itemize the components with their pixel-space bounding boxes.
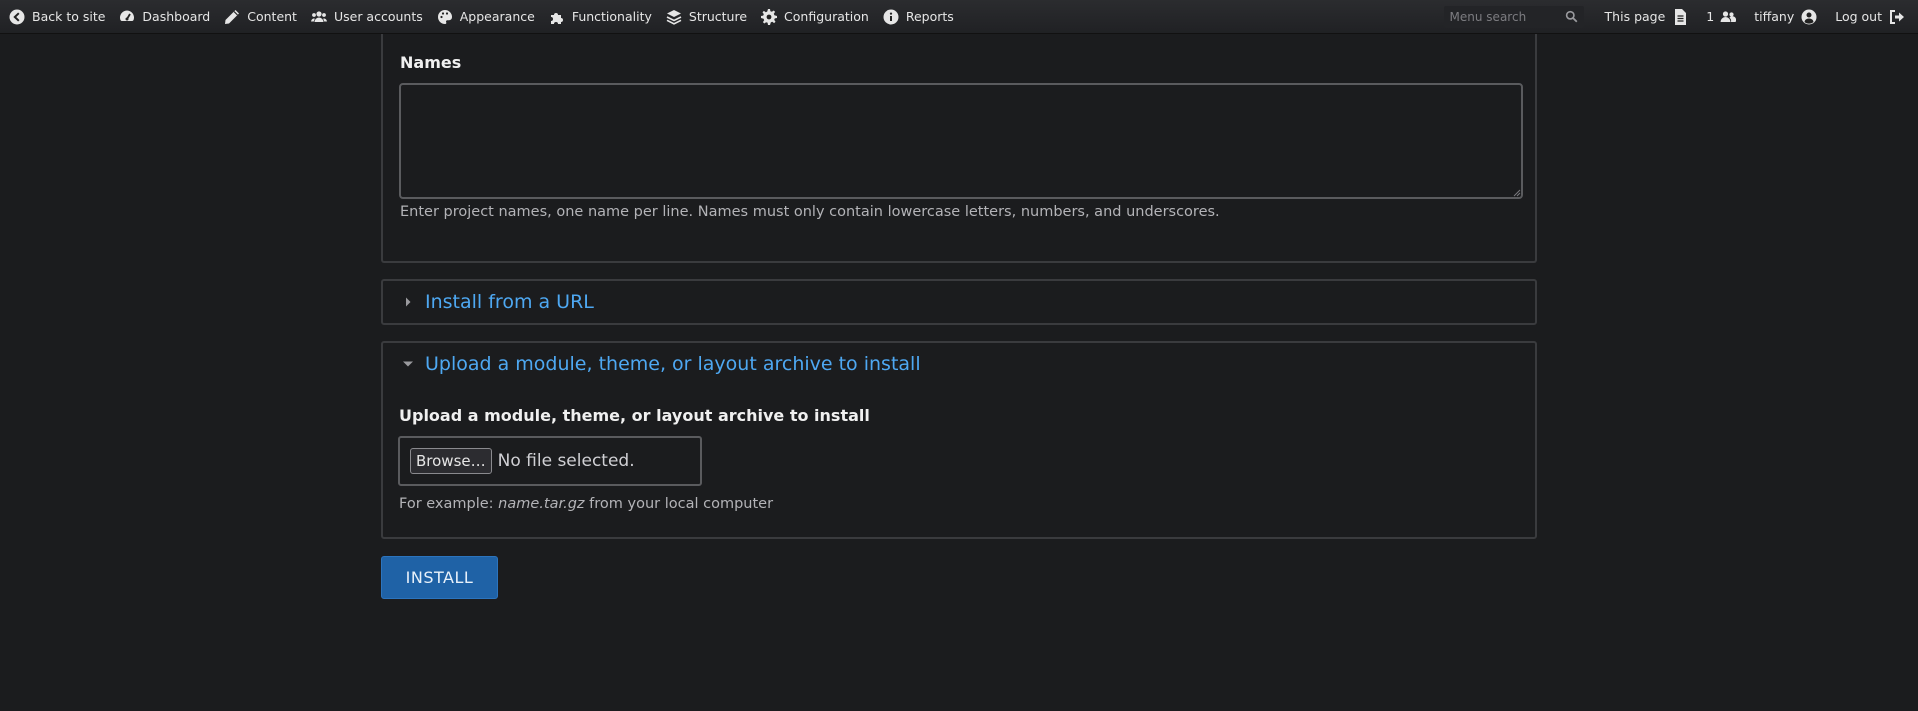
triangle-down-icon xyxy=(403,361,413,367)
search-icon[interactable] xyxy=(1565,10,1578,23)
menu-search-input[interactable] xyxy=(1449,9,1560,24)
toolbar-item-content[interactable]: Content xyxy=(224,0,297,33)
dashboard-icon xyxy=(120,10,135,21)
browse-button[interactable]: Browse… xyxy=(410,448,492,474)
logout-label: Log out xyxy=(1835,9,1882,24)
toolbar-item-configuration[interactable]: Configuration xyxy=(761,0,869,33)
names-description: Enter project names, one name per line. … xyxy=(400,204,1220,220)
upload-description-suffix: from your local computer xyxy=(584,496,774,512)
this-page-label: This page xyxy=(1604,9,1666,24)
install-from-url-summary[interactable]: Install from a URL xyxy=(400,291,594,313)
install-button[interactable]: INSTALL xyxy=(381,556,498,599)
toolbar-item-label: Reports xyxy=(905,9,954,24)
triangle-right-icon xyxy=(406,297,411,307)
users-icon xyxy=(310,10,327,22)
toolbar-item-dashboard[interactable]: Dashboard xyxy=(119,0,210,33)
install-from-url-label: Install from a URL xyxy=(425,291,594,313)
puzzle-icon xyxy=(550,12,563,24)
toolbar-item-appearance[interactable]: Appearance xyxy=(437,0,535,33)
user-circle-icon xyxy=(1801,9,1817,24)
toolbar-item-label: Configuration xyxy=(784,9,869,24)
online-user-count: 1 xyxy=(1706,9,1715,24)
pencil-icon xyxy=(225,9,240,24)
toolbar-item-user-accounts[interactable]: User accounts xyxy=(310,0,423,33)
upload-archive-summary[interactable]: Upload a module, theme, or layout archiv… xyxy=(400,353,921,375)
upload-description-example: name.tar.gz xyxy=(498,496,585,512)
username: tiffany xyxy=(1754,9,1795,24)
toolbar-item-reports[interactable]: Reports xyxy=(883,0,954,33)
resize-grip-icon[interactable] xyxy=(1511,187,1521,197)
toolbar-item-label: Structure xyxy=(688,9,748,24)
upload-description-prefix: For example: xyxy=(399,496,499,512)
document-icon xyxy=(1675,8,1687,25)
back-circle-icon xyxy=(9,9,25,24)
toolbar-item-functionality[interactable]: Functionality xyxy=(549,0,652,33)
names-fieldset: Names Enter project names, one name per … xyxy=(381,24,1537,263)
admin-toolbar: Back to site Dashboard Content User acco… xyxy=(0,0,1918,34)
upload-archive-label: Upload a module, theme, or layout archiv… xyxy=(399,406,870,425)
toolbar-item-structure[interactable]: Structure xyxy=(666,0,747,33)
toolbar-item-label: Appearance xyxy=(459,9,535,24)
upload-archive-details: Upload a module, theme, or layout archiv… xyxy=(381,341,1537,539)
toolbar-menu: Back to site Dashboard Content User acco… xyxy=(0,0,968,33)
install-from-url-details: Install from a URL xyxy=(381,279,1537,325)
toolbar-online-users[interactable]: 1 xyxy=(1706,9,1737,25)
toolbar-item-label: Content xyxy=(247,9,297,24)
toolbar-this-page[interactable]: This page xyxy=(1604,8,1689,25)
info-icon xyxy=(883,9,899,24)
toolbar-secondary: This page 1 tiffany Log out xyxy=(1443,0,1918,33)
layers-icon xyxy=(666,9,682,25)
names-label: Names xyxy=(400,53,462,72)
users-icon xyxy=(1720,10,1737,22)
logout-icon xyxy=(1890,9,1904,24)
file-status: No file selected. xyxy=(497,451,635,471)
toolbar-item-back-to-site[interactable]: Back to site xyxy=(9,0,105,33)
toolbar-item-label: Back to site xyxy=(32,9,106,24)
gear-icon xyxy=(761,8,778,25)
toolbar-user-menu[interactable]: tiffany xyxy=(1754,9,1817,25)
upload-archive-summary-label: Upload a module, theme, or layout archiv… xyxy=(425,353,921,375)
menu-search xyxy=(1443,5,1584,28)
upload-description: For example: name.tar.gz from your local… xyxy=(399,496,773,512)
names-textarea[interactable] xyxy=(399,83,1523,199)
toolbar-item-label: Functionality xyxy=(571,9,652,24)
file-upload-field[interactable]: Browse… No file selected. xyxy=(398,436,702,486)
toolbar-logout[interactable]: Log out xyxy=(1835,9,1905,25)
palette-icon xyxy=(437,9,452,24)
toolbar-item-label: Dashboard xyxy=(142,9,211,24)
toolbar-item-label: User accounts xyxy=(333,9,423,24)
